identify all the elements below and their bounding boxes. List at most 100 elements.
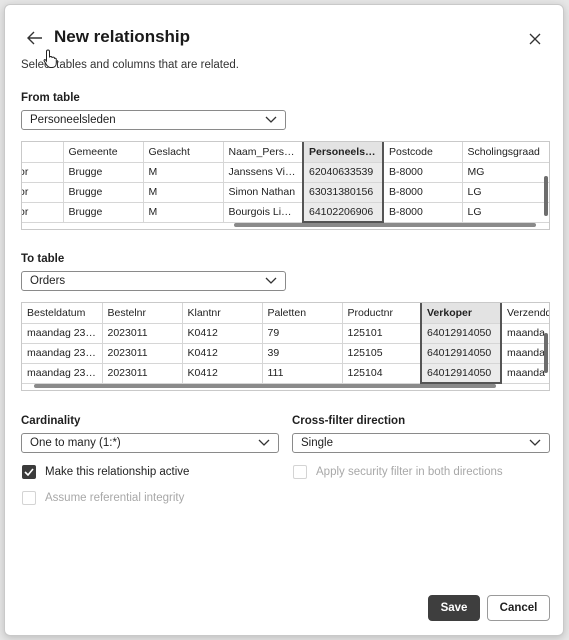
from-table-label: From table	[21, 92, 80, 104]
table-cell[interactable]: 2023011	[102, 363, 183, 384]
make-active-checkbox[interactable]	[22, 465, 36, 479]
to-table-value: Orders	[30, 275, 66, 287]
chevron-down-icon	[265, 116, 277, 123]
table-cell[interactable]: M	[143, 202, 224, 223]
table-cell[interactable]: K0412	[182, 323, 263, 344]
table-cell[interactable]: Simon Nathan	[223, 182, 304, 203]
selected-table-cell[interactable]: 64012914050	[420, 323, 502, 344]
table-cell[interactable]: or	[22, 162, 64, 183]
cancel-button[interactable]: Cancel	[487, 595, 550, 621]
selected-table-cell[interactable]: 63031380156	[302, 182, 384, 203]
to-table-preview-grid[interactable]: Besteldatum Bestelnr Klantnr Paletten Pr…	[21, 302, 550, 391]
table-cell[interactable]: K0412	[182, 343, 263, 364]
selected-column-header[interactable]: Personeelslid...	[302, 142, 384, 163]
cardinality-value: One to many (1:*)	[30, 437, 121, 449]
table-cell[interactable]: Janssens Vinc...	[223, 162, 304, 183]
table-cell[interactable]: Bourgois Liev...	[223, 202, 304, 223]
table-cell[interactable]: M	[143, 182, 224, 203]
cardinality-label: Cardinality	[21, 415, 81, 427]
table-cell[interactable]: Brugge	[63, 182, 144, 203]
selected-table-cell[interactable]: 62040633539	[302, 162, 384, 183]
table-cell[interactable]: 125105	[342, 343, 422, 364]
close-button[interactable]	[525, 29, 545, 49]
table-cell[interactable]: K0412	[182, 363, 263, 384]
column-header[interactable]: Gemeente	[63, 142, 144, 163]
selected-table-cell[interactable]: 64012914050	[420, 363, 502, 384]
table-row: maandag 23 j... 2023011 K0412 111 125104…	[22, 363, 549, 384]
referential-integrity-checkbox[interactable]	[22, 491, 36, 505]
cardinality-dropdown[interactable]: One to many (1:*)	[21, 433, 279, 453]
column-header[interactable]: Verzenddat	[501, 303, 549, 324]
column-header[interactable]: Scholingsgraad	[462, 142, 549, 163]
table-cell[interactable]: LG	[462, 202, 549, 223]
table-cell[interactable]: M	[143, 162, 224, 183]
security-filter-checkbox[interactable]	[293, 465, 307, 479]
selected-table-cell[interactable]: 64102206906	[302, 202, 384, 223]
table-cell[interactable]: or	[22, 202, 64, 223]
table-row: or Brugge M Bourgois Liev... 64102206906…	[22, 202, 549, 223]
column-header[interactable]: Productnr	[342, 303, 422, 324]
make-active-option[interactable]: Make this relationship active	[22, 465, 189, 479]
security-filter-label: Apply security filter in both directions	[316, 466, 503, 478]
table-cell[interactable]: 39	[262, 343, 343, 364]
table-cell[interactable]: Brugge	[63, 202, 144, 223]
table-cell[interactable]: 79	[262, 323, 343, 344]
table-cell[interactable]: maanda	[501, 343, 549, 364]
column-header[interactable]: Paletten	[262, 303, 343, 324]
column-header[interactable]: Bestelnr	[102, 303, 183, 324]
table-row: or Brugge M Simon Nathan 63031380156 B-8…	[22, 182, 549, 203]
table-cell[interactable]: maandag 23 j...	[22, 363, 103, 384]
column-header[interactable]: Naam_Person...	[223, 142, 304, 163]
vertical-scrollbar[interactable]	[544, 333, 548, 373]
table-cell[interactable]: or	[22, 182, 64, 203]
cross-filter-dropdown[interactable]: Single	[292, 433, 550, 453]
table-cell[interactable]: 111	[262, 363, 343, 384]
table-cell[interactable]: 125101	[342, 323, 422, 344]
column-header[interactable]: Besteldatum	[22, 303, 103, 324]
column-header[interactable]	[22, 142, 64, 163]
save-button[interactable]: Save	[428, 595, 480, 621]
back-arrow-icon	[27, 31, 42, 45]
close-icon	[529, 33, 541, 45]
to-table-header-row: Besteldatum Bestelnr Klantnr Paletten Pr…	[22, 303, 549, 324]
table-cell[interactable]: MG	[462, 162, 549, 183]
make-active-label: Make this relationship active	[45, 466, 190, 478]
table-cell[interactable]: 2023011	[102, 323, 183, 344]
from-table-preview-grid[interactable]: Gemeente Geslacht Naam_Person... Persone…	[21, 141, 550, 230]
to-table-label: To table	[21, 253, 65, 265]
column-header[interactable]: Postcode	[383, 142, 463, 163]
table-cell[interactable]: 125104	[342, 363, 422, 384]
selected-table-cell[interactable]: 64012914050	[420, 343, 502, 364]
table-cell[interactable]: maandag 23 j...	[22, 343, 103, 364]
selected-column-header[interactable]: Verkoper	[420, 303, 502, 324]
chevron-down-icon	[265, 277, 277, 284]
table-cell[interactable]: maanda	[501, 323, 549, 344]
table-row: maandag 23 j... 2023011 K0412 39 125105 …	[22, 343, 549, 364]
table-row: maandag 23 j... 2023011 K0412 79 125101 …	[22, 323, 549, 344]
table-cell[interactable]: B-8000	[383, 162, 463, 183]
table-cell[interactable]: B-8000	[383, 202, 463, 223]
cross-filter-value: Single	[301, 437, 333, 449]
table-cell[interactable]: B-8000	[383, 182, 463, 203]
horizontal-scrollbar[interactable]	[34, 384, 496, 388]
table-row: or Brugge M Janssens Vinc... 62040633539…	[22, 162, 549, 183]
referential-integrity-option[interactable]: Assume referential integrity	[22, 491, 184, 505]
column-header[interactable]: Geslacht	[143, 142, 224, 163]
column-header[interactable]: Klantnr	[182, 303, 263, 324]
table-cell[interactable]: Brugge	[63, 162, 144, 183]
to-table-dropdown[interactable]: Orders	[21, 271, 286, 291]
chevron-down-icon	[258, 439, 270, 446]
horizontal-scrollbar[interactable]	[234, 223, 536, 227]
dialog-title: New relationship	[54, 27, 191, 46]
from-table-value: Personeelsleden	[30, 114, 116, 126]
chevron-down-icon	[529, 439, 541, 446]
from-table-dropdown[interactable]: Personeelsleden	[21, 110, 286, 130]
table-cell[interactable]: maandag 23 j...	[22, 323, 103, 344]
table-cell[interactable]: maanda	[501, 363, 549, 384]
security-filter-option[interactable]: Apply security filter in both directions	[293, 465, 503, 479]
mouse-pointer-icon	[43, 49, 57, 68]
table-cell[interactable]: 2023011	[102, 343, 183, 364]
table-cell[interactable]: LG	[462, 182, 549, 203]
back-button[interactable]	[23, 26, 47, 50]
vertical-scrollbar[interactable]	[544, 176, 548, 216]
